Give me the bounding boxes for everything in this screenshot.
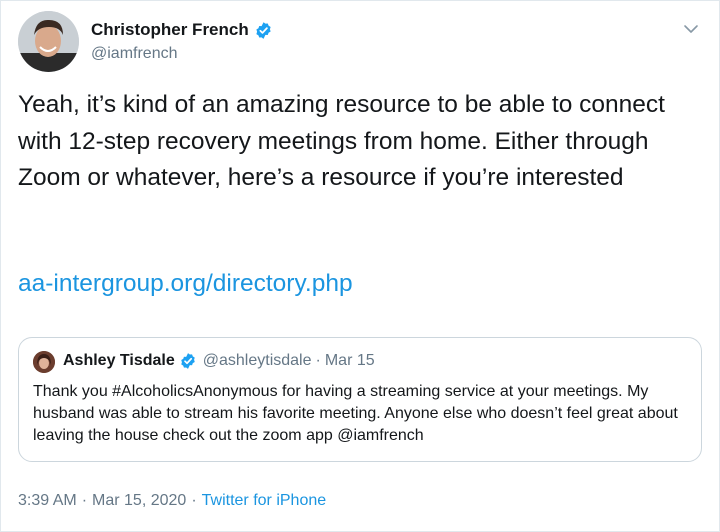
quoted-tweet[interactable]: Ashley Tisdale @ashleytisdale · Mar 15 T… bbox=[18, 337, 702, 462]
tweet-link[interactable]: aa-intergroup.org/directory.php bbox=[18, 266, 353, 302]
tweet-text: Yeah, it’s kind of an amazing resource t… bbox=[18, 91, 665, 191]
quote-text: Thank you #AlcoholicsAnonymous for havin… bbox=[33, 383, 678, 444]
meta-separator: · bbox=[191, 492, 197, 509]
quote-header: Ashley Tisdale @ashleytisdale · Mar 15 bbox=[63, 352, 375, 370]
tweet-source-link[interactable]: Twitter for iPhone bbox=[202, 492, 327, 509]
author-name-text[interactable]: Christopher French bbox=[91, 20, 249, 40]
tweet-date[interactable]: Mar 15, 2020 bbox=[92, 492, 186, 509]
quote-separator: · bbox=[315, 352, 321, 369]
quote-author-name[interactable]: Ashley Tisdale bbox=[63, 352, 175, 370]
tweet-meta: 3:39 AM · Mar 15, 2020 · Twitter for iPhone bbox=[18, 492, 326, 510]
chevron-down-icon[interactable] bbox=[681, 19, 701, 39]
quote-author-avatar[interactable] bbox=[33, 351, 55, 373]
author-name[interactable]: Christopher French bbox=[91, 20, 273, 40]
meta-separator: · bbox=[81, 492, 88, 509]
quote-date[interactable]: Mar 15 bbox=[325, 352, 375, 370]
verified-badge-icon bbox=[254, 21, 273, 40]
quote-author-handle[interactable]: @ashleytisdale bbox=[203, 352, 312, 370]
tweet-time[interactable]: 3:39 AM bbox=[18, 492, 77, 509]
tweet-card: Christopher French @iamfrench Yeah, it’s… bbox=[0, 0, 720, 532]
verified-badge-icon bbox=[179, 352, 197, 370]
author-avatar[interactable] bbox=[18, 11, 79, 72]
author-handle[interactable]: @iamfrench bbox=[91, 45, 178, 63]
